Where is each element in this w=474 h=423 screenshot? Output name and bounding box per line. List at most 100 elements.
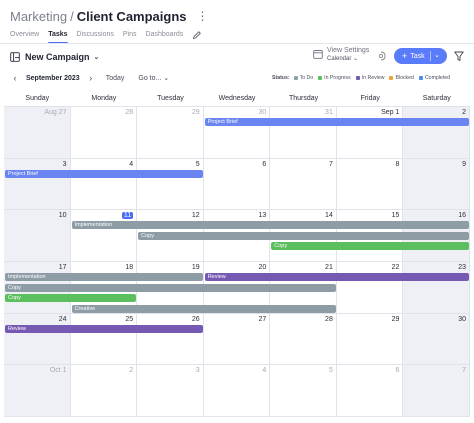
page-title: Client Campaigns <box>76 8 187 24</box>
calendar-day-cell[interactable]: 2 <box>403 107 470 159</box>
calendar-day-cell[interactable]: Sep 1 <box>336 107 404 159</box>
day-number: 5 <box>328 367 333 375</box>
calendar-day-cell[interactable]: 6 <box>203 158 271 211</box>
tab-discussions[interactable]: Discussions <box>77 31 114 44</box>
calendar-day-cell[interactable]: 4 <box>203 365 271 417</box>
day-number: Oct 1 <box>49 367 67 375</box>
calendar-day-cell[interactable]: 22 <box>336 262 404 314</box>
calendar-day-cell[interactable]: 24 <box>4 313 71 366</box>
calendar-day-cell[interactable]: 29 <box>336 313 404 366</box>
plus-icon: + <box>402 50 408 61</box>
breadcrumb-parent-link[interactable]: Marketing <box>10 9 67 24</box>
calendar-day-cell[interactable]: 10 <box>4 210 71 262</box>
day-number: 7 <box>328 160 333 168</box>
day-number: 14 <box>325 212 333 220</box>
day-number: 4 <box>262 367 267 375</box>
task-event-bar[interactable]: Project Brief <box>5 169 203 178</box>
day-number: 15 <box>391 212 400 220</box>
calendar-day-cell[interactable]: 30 <box>203 107 271 159</box>
legend-item-blocked: Blocked <box>389 75 414 81</box>
add-task-dropdown-icon[interactable]: ⌄ <box>434 51 440 59</box>
calendar-day-cell[interactable]: 2 <box>70 365 138 417</box>
task-event-bar[interactable]: Creative <box>71 304 336 313</box>
toggle-icon[interactable] <box>378 50 388 62</box>
calendar-day-cell[interactable]: 3 <box>137 365 204 417</box>
today-button[interactable]: Today <box>106 75 125 82</box>
tab-dashboards[interactable]: Dashboards <box>146 31 184 44</box>
view-settings-text: View Settings Calendar ⌄ <box>327 47 369 62</box>
calendar-day-cell[interactable]: 28 <box>70 107 138 159</box>
calendar-day-cell[interactable]: 7 <box>270 158 337 211</box>
weekday-label: Tuesday <box>157 95 184 102</box>
chevron-down-icon: ⌄ <box>93 54 100 61</box>
task-event-bar[interactable]: Implementation <box>5 273 203 281</box>
app-page: Marketing / Client Campaigns ⋮ Overview … <box>0 0 474 423</box>
weekday-label: Saturday <box>422 95 451 102</box>
day-number: 16 <box>458 212 466 220</box>
status-dot <box>389 76 394 80</box>
calendar-day-cell[interactable]: 11 <box>70 210 138 262</box>
view-name-label: New Campaign <box>25 52 90 62</box>
task-event-bar[interactable]: Copy <box>5 283 336 292</box>
calendar-day-cell[interactable]: 4 <box>70 158 138 211</box>
filter-icon[interactable] <box>454 51 464 62</box>
task-event-bar[interactable]: Copy <box>5 294 137 302</box>
weekday-label: Wednesday <box>218 95 256 102</box>
go-to-date-dropdown[interactable]: Go to... ⌄ <box>138 74 169 82</box>
view-selector[interactable]: New Campaign ⌄ <box>10 51 99 63</box>
task-event-bar[interactable]: Implementation <box>71 221 469 230</box>
calendar-day-cell[interactable]: 5 <box>270 365 337 417</box>
calendar-day-cell[interactable]: 30 <box>403 313 470 366</box>
button-divider <box>430 51 431 61</box>
calendar-day-cell[interactable]: 31 <box>270 107 337 159</box>
calendar-day-cell[interactable]: 5 <box>137 158 204 211</box>
calendar-day-cell[interactable]: 9 <box>403 158 470 211</box>
calendar-day-cell[interactable]: Oct 1 <box>4 365 71 417</box>
calendar-day-cell[interactable]: 25 <box>70 313 138 366</box>
current-month-label: September 2023 <box>26 74 80 82</box>
legend-item-in-review: In Review <box>355 75 384 81</box>
task-event-bar[interactable]: Review <box>5 324 203 333</box>
status-dot <box>318 76 323 80</box>
month-navigation: ‹ September 2023 › Today Go to... ⌄ <box>10 72 170 84</box>
day-number: 2 <box>462 109 466 116</box>
task-event-bar[interactable]: Project Brief <box>204 118 469 126</box>
day-number: 24 <box>58 315 67 323</box>
task-event-bar[interactable]: Copy <box>271 242 469 251</box>
status-dot <box>418 76 423 80</box>
weekday-header: Sunday Monday Tuesday Wednesday Thursday… <box>4 91 470 107</box>
calendar-day-cell[interactable]: Aug 27 <box>4 107 71 159</box>
calendar-day-cell[interactable]: 7 <box>403 365 470 417</box>
tab-pins[interactable]: Pins <box>123 31 137 44</box>
tab-tasks[interactable]: Tasks <box>48 31 68 44</box>
previous-month-icon[interactable]: ‹ <box>10 73 20 83</box>
next-month-icon[interactable]: › <box>86 73 96 83</box>
calendar-day-cell[interactable]: 6 <box>336 365 404 417</box>
day-number: 9 <box>462 160 466 168</box>
task-event-bar[interactable]: Review <box>204 273 469 281</box>
more-options-icon[interactable]: ⋮ <box>197 9 209 23</box>
edit-tabs-pencil-icon[interactable] <box>192 30 202 40</box>
legend-label: Status: <box>272 75 290 81</box>
tab-overview[interactable]: Overview <box>10 31 39 44</box>
calendar-day-cell[interactable]: 28 <box>270 313 337 366</box>
calendar-day-cell[interactable]: 23 <box>403 262 470 314</box>
calendar-day-cell[interactable]: 26 <box>137 313 204 366</box>
add-task-button[interactable]: + Task ⌄ <box>394 48 447 64</box>
calendar-grid: Aug 27 28 29 30 31 Sep 1 2 3 4 5 6 7 8 9 10 11 12 13 14 15 1… <box>4 107 470 417</box>
calendar-day-cell[interactable]: 27 <box>203 313 271 366</box>
day-number: 6 <box>395 367 400 375</box>
breadcrumb: Marketing / Client Campaigns ⋮ <box>10 7 209 25</box>
day-number: 7 <box>462 367 466 375</box>
legend-item-completed: Completed <box>418 75 450 81</box>
task-event-bar[interactable]: Copy <box>138 231 469 240</box>
day-number: 28 <box>125 109 134 116</box>
day-number: 3 <box>62 160 67 168</box>
calendar-day-cell[interactable]: 8 <box>336 158 404 211</box>
calendar-day-cell[interactable]: 29 <box>137 107 204 159</box>
view-settings-button[interactable]: View Settings Calendar ⌄ <box>313 47 369 62</box>
day-number: 31 <box>325 109 333 116</box>
day-number: Sep 1 <box>381 109 400 116</box>
calendar-day-cell[interactable]: 3 <box>4 158 71 211</box>
weekday-label: Sunday <box>25 95 50 102</box>
